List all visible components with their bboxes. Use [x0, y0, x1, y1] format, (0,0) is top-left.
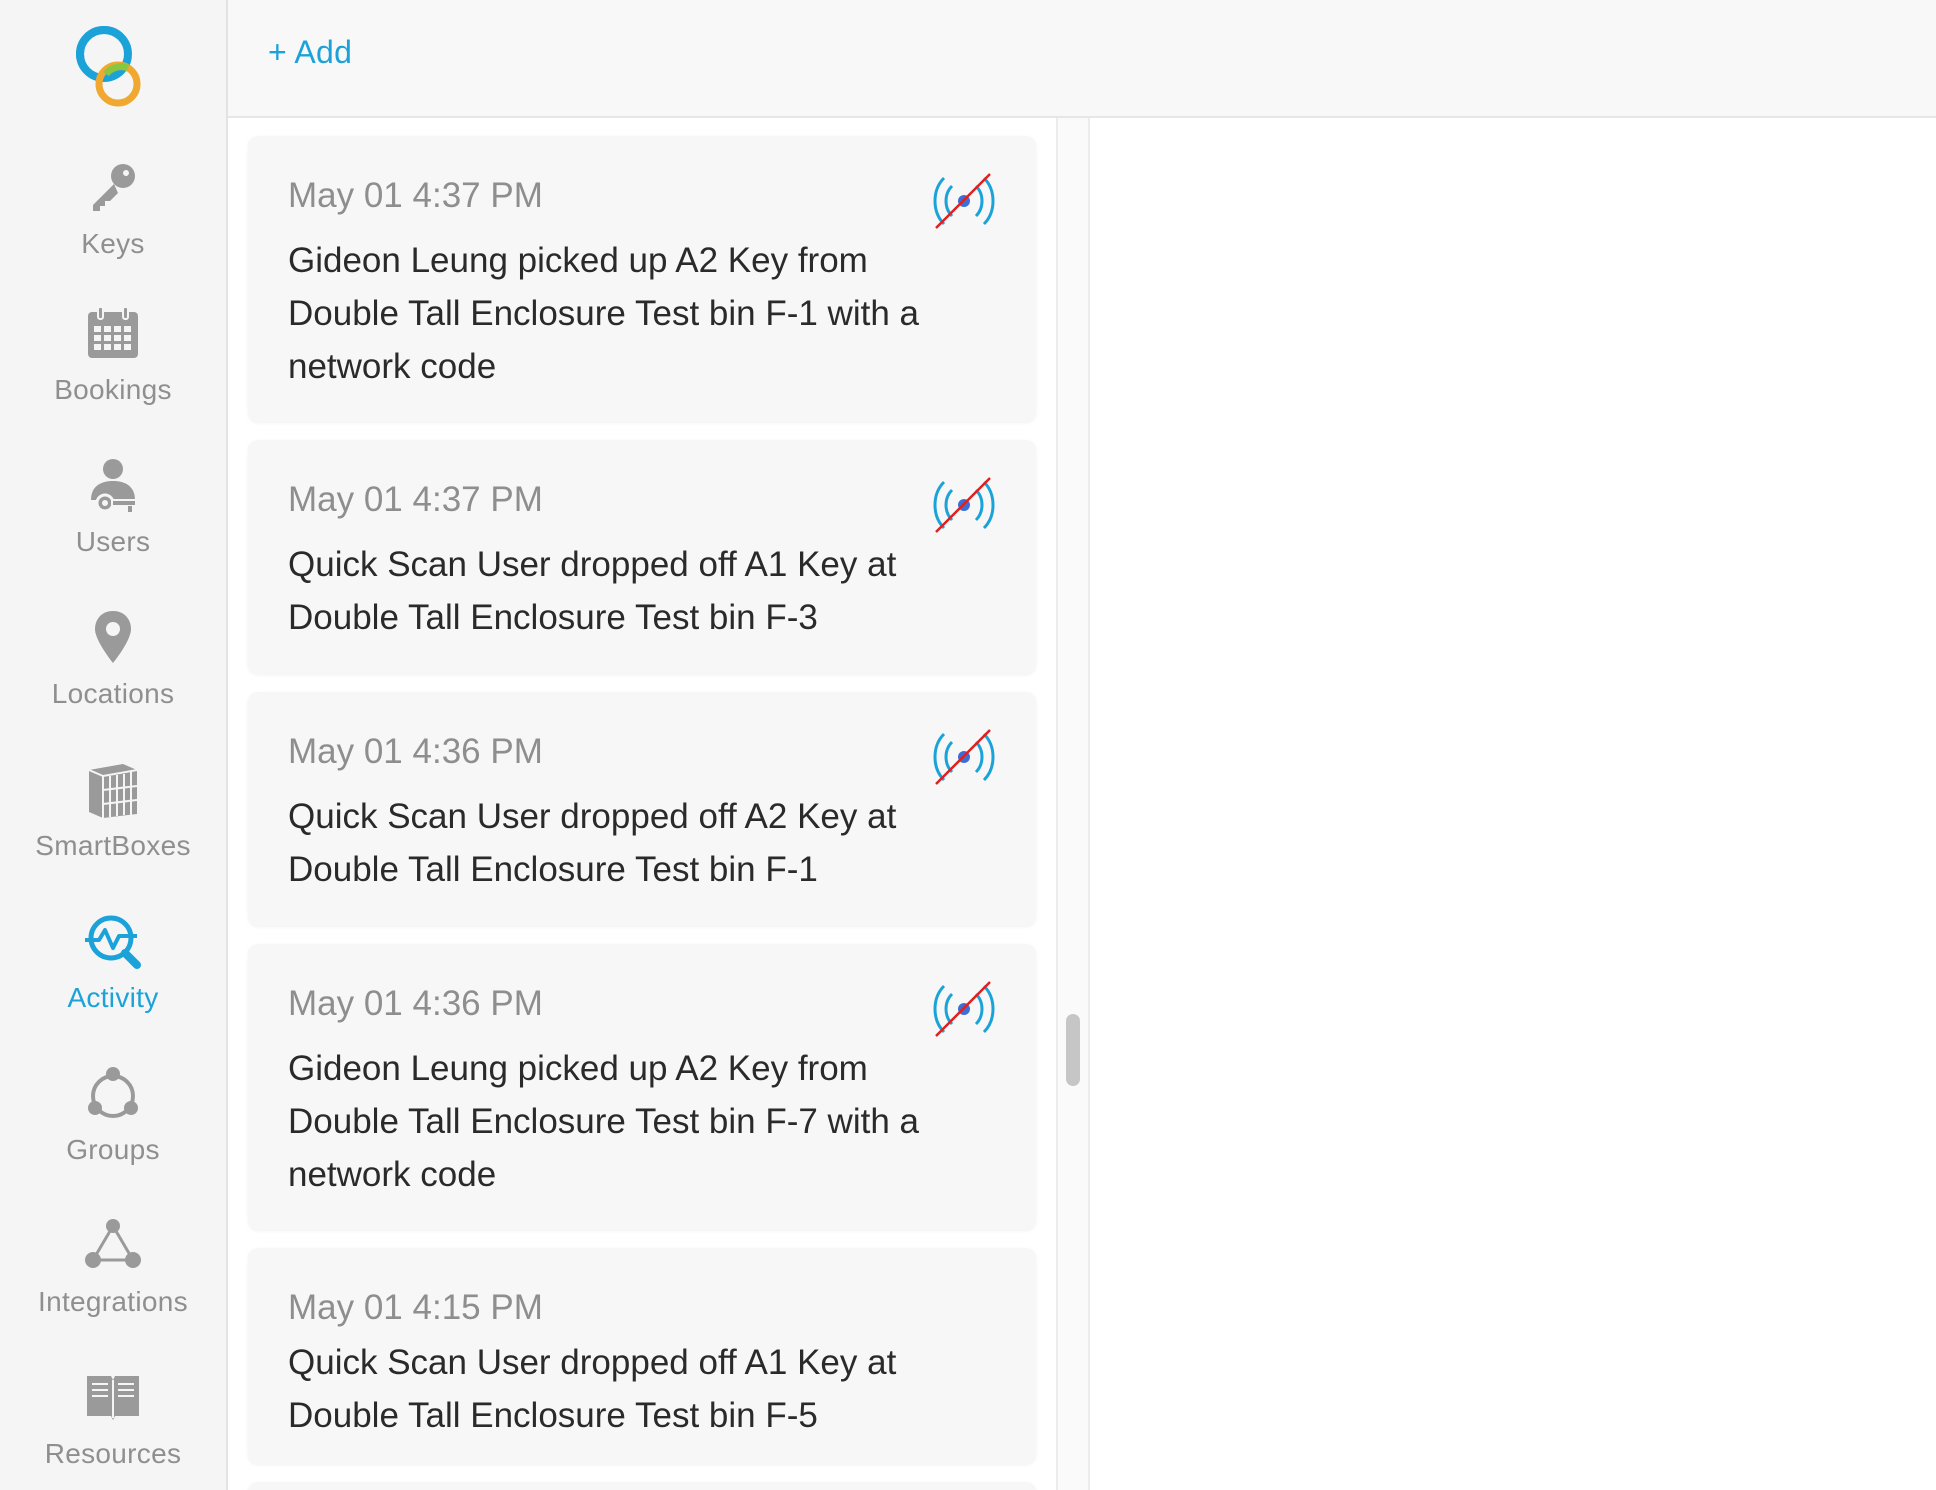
user-key-icon: [83, 456, 143, 516]
sidebar-item-label: Users: [75, 526, 151, 557]
scrollbar-thumb[interactable]: [1066, 1014, 1080, 1086]
sidebar: Keys Bookings Users Locations SmartBoxes…: [0, 0, 228, 1490]
activity-search-icon: [83, 912, 143, 972]
rings-logo-icon[interactable]: [70, 22, 156, 112]
sidebar-item-keys[interactable]: Keys: [0, 158, 226, 298]
sidebar-item-groups[interactable]: Groups: [0, 1064, 226, 1204]
activity-description: Quick Scan User dropped off A2 Key at Do…: [288, 797, 897, 889]
map-pin-icon: [83, 608, 143, 668]
book-icon: [83, 1368, 143, 1428]
no-network-icon: [926, 726, 1002, 788]
activity-description: Gideon Leung picked up A2 Key from Doubl…: [288, 1049, 919, 1194]
activity-card[interactable]: May 01 4:37 PM Quick Scan User dropped o…: [248, 440, 1036, 674]
sidebar-item-label: SmartBoxes: [35, 830, 191, 861]
top-toolbar: + Add: [228, 0, 1936, 118]
sidebar-item-label: Bookings: [54, 374, 172, 405]
app-window: Keys Bookings Users Locations SmartBoxes…: [0, 0, 1936, 1490]
detail-pane: [1090, 118, 1936, 1490]
sidebar-item-smartboxes[interactable]: SmartBoxes: [0, 760, 226, 900]
sidebar-item-label: Resources: [44, 1438, 182, 1469]
sidebar-item-label: Activity: [67, 982, 159, 1013]
sidebar-item-label: Locations: [51, 678, 175, 709]
activity-time: May 01 4:36 PM: [288, 732, 543, 771]
sidebar-item-resources[interactable]: Resources: [0, 1368, 226, 1490]
sidebar-item-label: Groups: [66, 1134, 160, 1165]
sidebar-item-label: Keys: [81, 228, 145, 259]
feed-scrollbar[interactable]: [1056, 118, 1090, 1490]
sidebar-item-label: Integrations: [38, 1286, 188, 1317]
add-button[interactable]: + Add: [268, 34, 352, 71]
sidebar-item-integrations[interactable]: Integrations: [0, 1216, 226, 1356]
sidebar-item-locations[interactable]: Locations: [0, 608, 226, 748]
activity-time: May 01 4:15 PM: [288, 1288, 543, 1327]
activity-description: Quick Scan User dropped off A1 Key at Do…: [288, 545, 897, 637]
no-network-icon: [926, 170, 1002, 232]
activity-description: Quick Scan User dropped off A1 Key at Do…: [288, 1343, 897, 1435]
no-network-icon: [926, 978, 1002, 1040]
calendar-icon: [83, 304, 143, 364]
sidebar-item-users[interactable]: Users: [0, 456, 226, 596]
activity-card[interactable]: [248, 1482, 1036, 1490]
activity-feed: May 01 4:37 PM Gideon Leung picked up A2…: [228, 118, 1056, 1490]
activity-time: May 01 4:36 PM: [288, 984, 543, 1023]
activity-time: May 01 4:37 PM: [288, 176, 543, 215]
activity-card[interactable]: May 01 4:36 PM Quick Scan User dropped o…: [248, 692, 1036, 926]
integrations-icon: [83, 1216, 143, 1276]
activity-description: Gideon Leung picked up A2 Key from Doubl…: [288, 241, 919, 386]
sidebar-item-bookings[interactable]: Bookings: [0, 304, 226, 444]
no-network-icon: [926, 474, 1002, 536]
activity-time: May 01 4:37 PM: [288, 480, 543, 519]
activity-card[interactable]: May 01 4:15 PM Quick Scan User dropped o…: [248, 1248, 1036, 1464]
smartbox-icon: [83, 760, 143, 820]
activity-card[interactable]: May 01 4:37 PM Gideon Leung picked up A2…: [248, 136, 1036, 422]
activity-card[interactable]: May 01 4:36 PM Gideon Leung picked up A2…: [248, 944, 1036, 1230]
sidebar-item-activity[interactable]: Activity: [0, 912, 226, 1052]
key-icon: [83, 158, 143, 218]
groups-icon: [83, 1064, 143, 1124]
